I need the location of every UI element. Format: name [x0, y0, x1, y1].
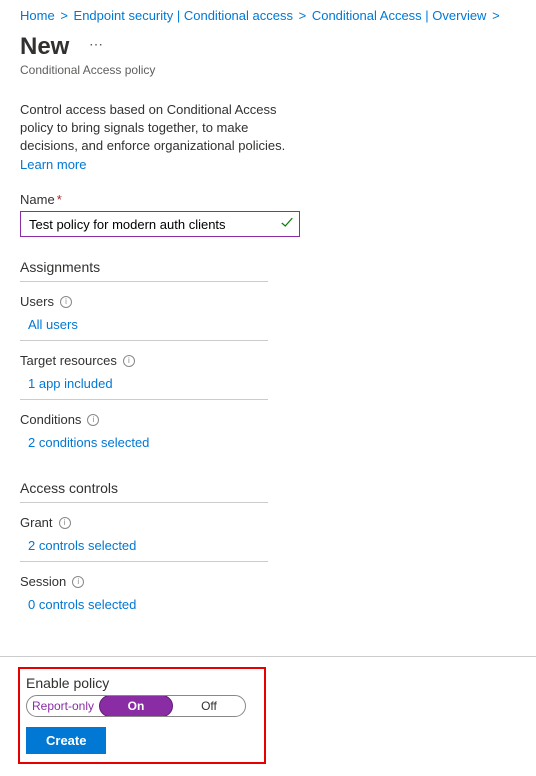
grant-row[interactable]: Grant i 2 controls selected: [20, 515, 268, 562]
breadcrumb-endpoint-security[interactable]: Endpoint security | Conditional access: [74, 8, 293, 23]
learn-more-link[interactable]: Learn more: [20, 157, 290, 172]
session-value-link[interactable]: 0 controls selected: [20, 597, 136, 612]
info-icon[interactable]: i: [60, 296, 72, 308]
users-row[interactable]: Users i All users: [20, 294, 268, 341]
assignments-section-title: Assignments: [20, 259, 268, 282]
grant-value-link[interactable]: 2 controls selected: [20, 538, 136, 553]
chevron-right-icon: >: [490, 8, 502, 23]
target-resources-label: Target resources: [20, 353, 117, 368]
create-button[interactable]: Create: [26, 727, 106, 754]
page-header: New ⋯: [0, 27, 536, 63]
grant-label: Grant: [20, 515, 53, 530]
info-icon[interactable]: i: [59, 517, 71, 529]
users-value-link[interactable]: All users: [20, 317, 78, 332]
breadcrumb: Home > Endpoint security | Conditional a…: [0, 0, 536, 27]
policy-name-input[interactable]: [20, 211, 300, 237]
enable-policy-toggle[interactable]: Report-only On Off: [26, 695, 246, 717]
enable-policy-highlight: Enable policy Report-only On Off Create: [18, 667, 266, 764]
toggle-off[interactable]: Off: [173, 696, 245, 716]
page-title: New: [20, 33, 69, 61]
conditions-label: Conditions: [20, 412, 81, 427]
chevron-right-icon: >: [58, 8, 70, 23]
info-icon[interactable]: i: [123, 355, 135, 367]
breadcrumb-conditional-access-overview[interactable]: Conditional Access | Overview: [312, 8, 487, 23]
policy-description: Control access based on Conditional Acce…: [20, 101, 290, 155]
toggle-on[interactable]: On: [99, 695, 173, 717]
target-resources-row[interactable]: Target resources i 1 app included: [20, 353, 268, 400]
conditions-row[interactable]: Conditions i 2 conditions selected: [20, 412, 268, 458]
required-indicator: *: [55, 192, 62, 207]
breadcrumb-home[interactable]: Home: [20, 8, 55, 23]
session-row[interactable]: Session i 0 controls selected: [20, 574, 268, 620]
more-actions-icon[interactable]: ⋯: [73, 36, 104, 52]
page-subtitle: Conditional Access policy: [0, 63, 536, 77]
toggle-report-only[interactable]: Report-only: [27, 696, 99, 716]
session-label: Session: [20, 574, 66, 589]
info-icon[interactable]: i: [72, 576, 84, 588]
footer-panel: Enable policy Report-only On Off Create: [0, 656, 536, 776]
target-resources-value-link[interactable]: 1 app included: [20, 376, 113, 391]
access-controls-section-title: Access controls: [20, 480, 268, 503]
chevron-right-icon: >: [297, 8, 309, 23]
name-label: Name*: [20, 192, 290, 207]
users-label: Users: [20, 294, 54, 309]
enable-policy-label: Enable policy: [26, 675, 258, 691]
conditions-value-link[interactable]: 2 conditions selected: [20, 435, 149, 450]
info-icon[interactable]: i: [87, 414, 99, 426]
